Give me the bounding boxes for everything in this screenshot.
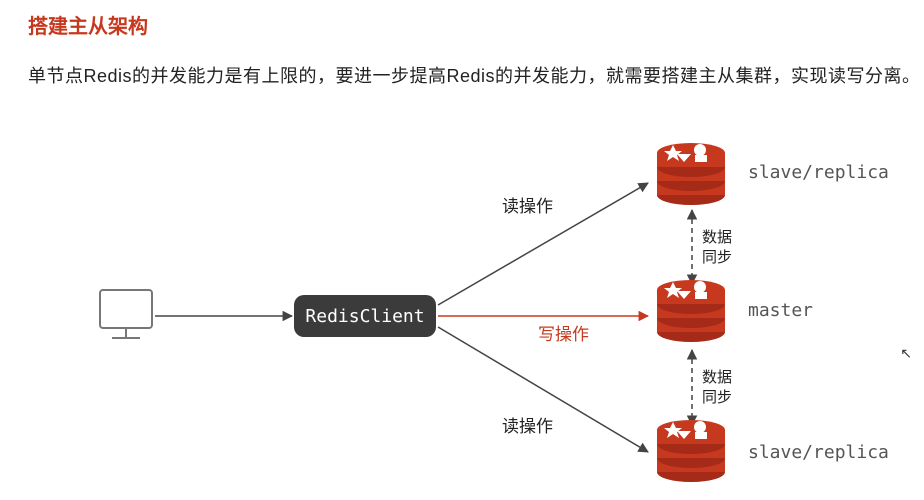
label-read-top: 读操作 <box>502 192 553 217</box>
node-label-slave-top: slave/replica <box>748 162 889 183</box>
label-read-bottom: 读操作 <box>502 412 553 437</box>
architecture-diagram <box>0 0 924 500</box>
label-sync-bottom: 数据 同步 <box>702 368 732 407</box>
monitor-icon <box>100 290 152 338</box>
label-sync-top: 数据 同步 <box>702 228 732 267</box>
node-label-master: master <box>748 300 813 321</box>
redis-node-master <box>657 280 725 342</box>
node-label-slave-bottom: slave/replica <box>748 442 889 463</box>
cursor-icon: ↖ <box>900 345 912 362</box>
label-write: 写操作 <box>538 320 589 345</box>
redis-client-box: RedisClient <box>294 295 436 337</box>
redis-node-slave-top <box>657 143 725 205</box>
redis-client-label: RedisClient <box>305 306 424 327</box>
redis-node-slave-bottom <box>657 420 725 482</box>
